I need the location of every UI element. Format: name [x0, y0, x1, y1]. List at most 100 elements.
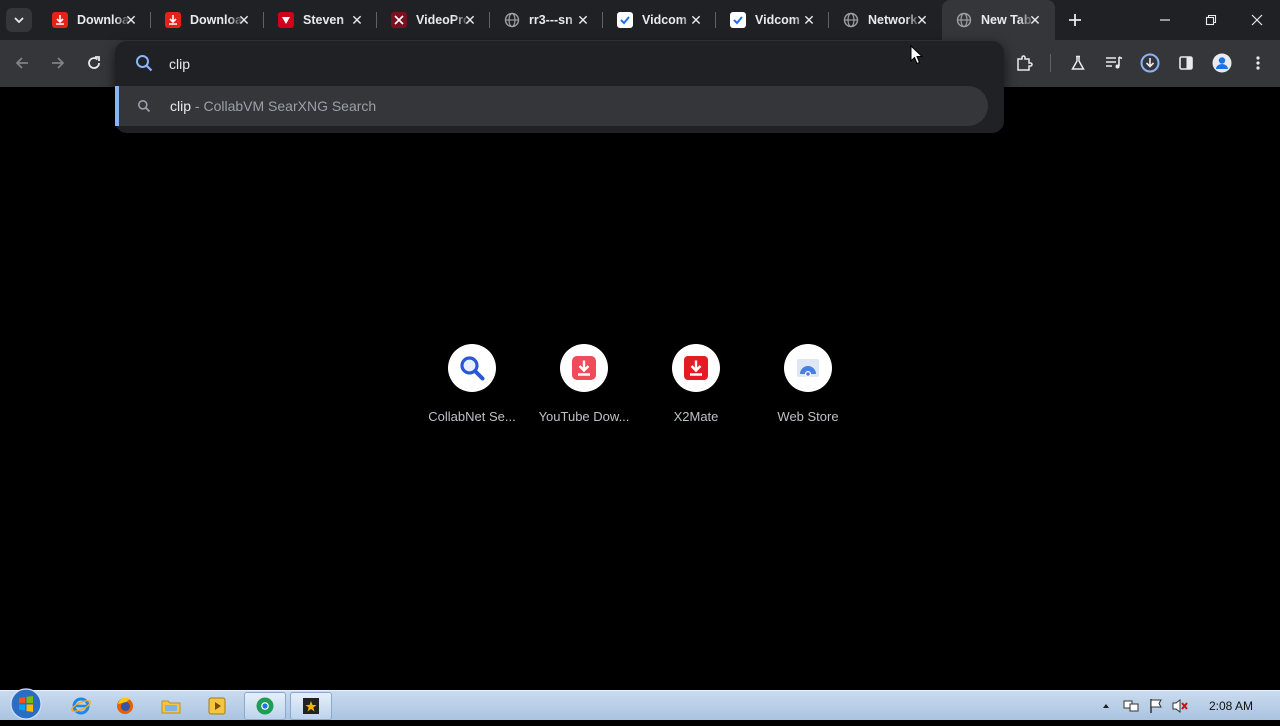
magnifier-icon	[460, 356, 485, 381]
download-red-icon	[684, 356, 708, 380]
volume-muted-icon	[1172, 699, 1188, 713]
forward-button[interactable]	[46, 51, 70, 75]
internet-explorer-icon	[71, 697, 91, 715]
suggestion-row[interactable]: clip - CollabVM SearXNG Search	[115, 86, 988, 126]
tab-videoproc[interactable]: VideoProc ✕	[377, 0, 490, 40]
search-icon	[135, 54, 153, 77]
close-icon[interactable]: ✕	[236, 12, 252, 28]
side-panel-icon	[1179, 56, 1193, 70]
videoproc-icon	[391, 12, 407, 28]
close-icon[interactable]: ✕	[123, 12, 139, 28]
flag-icon	[1150, 699, 1162, 713]
suggestion-text: clip - CollabVM SearXNG Search	[170, 98, 376, 114]
close-icon[interactable]: ✕	[688, 12, 704, 28]
media-player-icon	[208, 697, 226, 715]
close-icon	[1251, 14, 1263, 26]
tab-strip: Download ✕ Download ✕ Steven ✕ VideoProc…	[0, 0, 1280, 40]
reload-icon	[88, 56, 100, 69]
firefox-icon	[117, 697, 133, 714]
tab-new-tab[interactable]: New Tab ✕	[942, 0, 1055, 40]
plus-icon	[1069, 14, 1081, 26]
start-button[interactable]	[9, 687, 43, 721]
close-icon[interactable]: ✕	[914, 12, 930, 28]
shortcut-youtube-downloader[interactable]: YouTube Dow...	[528, 344, 640, 434]
arrow-left-icon	[15, 57, 28, 69]
selection-indicator	[115, 86, 119, 126]
close-icon[interactable]: ✕	[1027, 12, 1043, 28]
close-icon[interactable]: ✕	[349, 12, 365, 28]
shortcut-x2mate[interactable]: X2Mate	[640, 344, 752, 434]
shortcut-tile	[448, 344, 496, 392]
media-controls-button[interactable]	[1102, 51, 1126, 75]
avatar-icon	[1212, 53, 1232, 73]
shortcut-label: YouTube Dow...	[538, 409, 630, 424]
reload-button[interactable]	[82, 51, 106, 75]
shortcut-label: Web Store	[777, 409, 839, 424]
close-icon[interactable]: ✕	[801, 12, 817, 28]
tab-search-button[interactable]	[6, 8, 32, 32]
profile-button[interactable]	[1210, 51, 1234, 75]
taskbar-chrome[interactable]	[244, 692, 286, 720]
restore-button[interactable]	[1188, 0, 1234, 40]
close-icon[interactable]: ✕	[462, 12, 478, 28]
network-icon	[1123, 700, 1139, 712]
tab-vidcom-2[interactable]: Vidcom ✕	[716, 0, 829, 40]
tab-network[interactable]: Network ✕	[829, 0, 942, 40]
taskbar-firefox[interactable]	[104, 692, 146, 720]
menu-button[interactable]	[1246, 51, 1270, 75]
tray-volume[interactable]	[1171, 697, 1189, 715]
tab-rr3[interactable]: rr3---sn ✕	[490, 0, 603, 40]
minimize-button[interactable]	[1142, 0, 1188, 40]
toolbar-separator	[1050, 54, 1051, 72]
puzzle-icon	[1017, 55, 1033, 71]
shortcut-tile	[560, 344, 608, 392]
download-red-icon	[572, 356, 596, 380]
taskbar-video-app[interactable]	[290, 692, 332, 720]
shortcut-web-store[interactable]: Web Store	[752, 344, 864, 434]
chevron-down-icon	[14, 17, 24, 24]
omnibox-dropdown: clip - CollabVM SearXNG Search	[115, 41, 1004, 133]
taskbar-clock[interactable]: 2:08 AM	[1196, 699, 1266, 713]
side-panel-button[interactable]	[1174, 51, 1198, 75]
close-window-button[interactable]	[1234, 0, 1280, 40]
shortcut-tile	[672, 344, 720, 392]
search-icon	[137, 99, 151, 118]
suggestion-query: clip	[170, 98, 192, 114]
back-button[interactable]	[10, 51, 34, 75]
shield-check-icon	[730, 12, 746, 28]
tab-download-1[interactable]: Download ✕	[38, 0, 151, 40]
taskbar-explorer[interactable]	[150, 692, 192, 720]
new-tab-button[interactable]	[1064, 9, 1086, 31]
shortcut-tile	[784, 344, 832, 392]
tab-download-2[interactable]: Download ✕	[151, 0, 264, 40]
restore-icon	[1205, 14, 1217, 26]
tray-network[interactable]	[1122, 697, 1140, 715]
globe-icon	[956, 12, 972, 28]
red-shield-icon	[278, 12, 294, 28]
chrome-icon	[256, 697, 274, 715]
arrow-right-icon	[52, 57, 65, 69]
address-bar-input[interactable]	[169, 53, 949, 75]
download-red-icon	[165, 12, 181, 28]
chevron-up-icon	[1103, 704, 1109, 708]
suggestion-engine: CollabVM SearXNG Search	[203, 98, 377, 114]
show-hidden-icons-button[interactable]	[1097, 697, 1115, 715]
downloads-button[interactable]	[1138, 51, 1162, 75]
taskbar-ie[interactable]	[60, 692, 102, 720]
flask-icon	[1071, 55, 1085, 70]
labs-button[interactable]	[1066, 51, 1090, 75]
kebab-menu-icon	[1256, 56, 1260, 70]
suggestion-separator: -	[191, 98, 204, 114]
tab-vidcom-1[interactable]: Vidcom ✕	[603, 0, 716, 40]
mouse-cursor-icon	[910, 45, 924, 65]
shortcut-collabnet[interactable]: CollabNet Se...	[416, 344, 528, 434]
close-icon[interactable]: ✕	[575, 12, 591, 28]
shortcut-label: X2Mate	[673, 409, 719, 424]
taskbar-media-player[interactable]	[196, 692, 238, 720]
tray-action-center[interactable]	[1147, 697, 1165, 715]
windows-logo-icon	[10, 688, 42, 720]
tab-steven[interactable]: Steven ✕	[264, 0, 377, 40]
shortcut-label: CollabNet Se...	[428, 409, 516, 424]
extensions-button[interactable]	[1012, 51, 1036, 75]
film-icon	[303, 698, 319, 714]
